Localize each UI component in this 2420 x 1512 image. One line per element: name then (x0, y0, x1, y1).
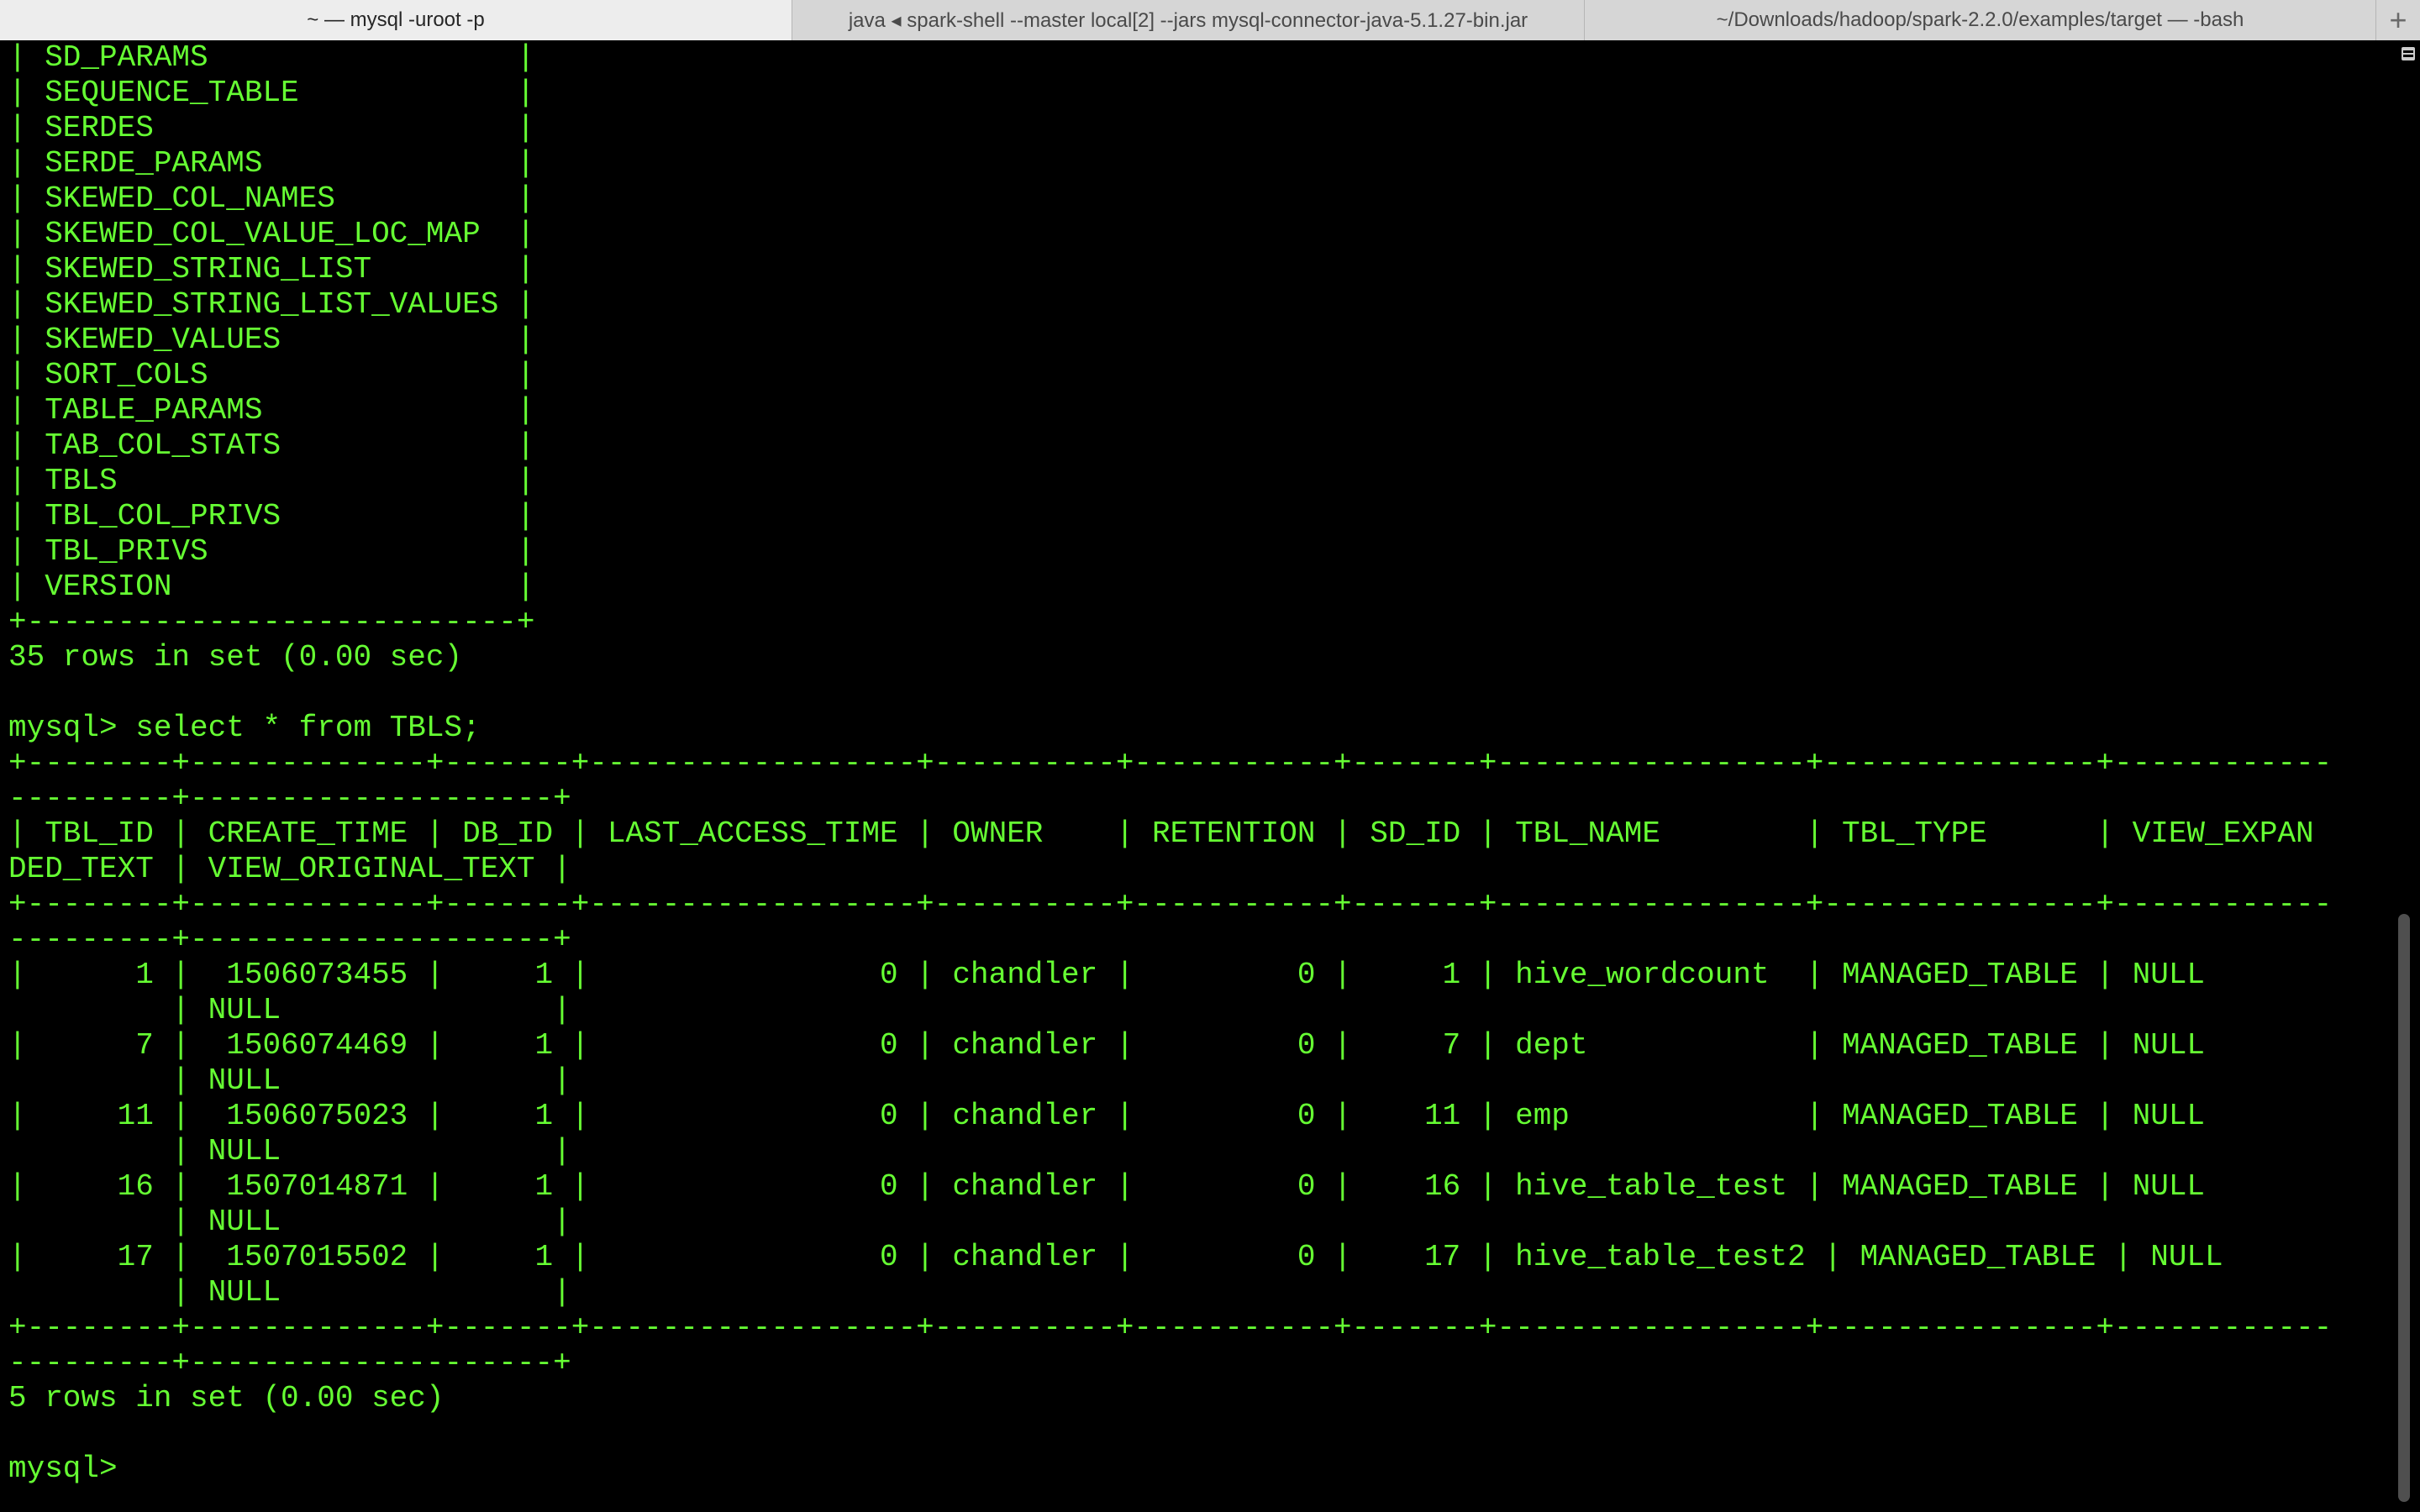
terminal-line: +--------+-------------+-------+--------… (8, 887, 2333, 921)
terminal-line: | 16 | 1507014871 | 1 | 0 | chandler | 0… (8, 1169, 2206, 1204)
terminal-line: | TBL_ID | CREATE_TIME | DB_ID | LAST_AC… (8, 816, 2314, 851)
terminal-line: ---------+--------------------+ (8, 781, 571, 816)
terminal-line: +--------+-------------+-------+--------… (8, 746, 2333, 780)
terminal-line: | TBL_COL_PRIVS | (8, 499, 535, 533)
terminal-line: | TABLE_PARAMS | (8, 393, 535, 428)
terminal-line: | NULL | (8, 1275, 571, 1310)
terminal-line: | SERDE_PARAMS | (8, 146, 535, 181)
terminal-line: +--------+-------------+-------+--------… (8, 1310, 2333, 1345)
terminal-text: | SD_PARAMS | | SEQUENCE_TABLE | | SERDES … (8, 40, 2332, 1487)
terminal-line: 5 rows in set (0.00 sec) (8, 1381, 445, 1415)
terminal-line: | SORT_COLS | (8, 358, 535, 392)
terminal-line: | NULL | (8, 1134, 571, 1168)
terminal-line: | SKEWED_COL_NAMES | (8, 181, 535, 216)
terminal-line: ---------+--------------------+ (8, 1346, 571, 1380)
terminal-line: | SKEWED_STRING_LIST_VALUES | (8, 287, 535, 322)
terminal-line: | SEQUENCE_TABLE | (8, 76, 535, 110)
terminal-line: | SERDES | (8, 111, 535, 145)
terminal-line: | VERSION | (8, 570, 535, 604)
terminal-line: | 7 | 1506074469 | 1 | 0 | chandler | 0 … (8, 1028, 2206, 1063)
terminal-line: +---------------------------+ (8, 605, 535, 639)
terminal-line: | TBLS | (8, 464, 535, 498)
terminal-line: | NULL | (8, 1205, 571, 1239)
scrollbar-thumb[interactable] (2398, 914, 2410, 1502)
terminal-line: | 17 | 1507015502 | 1 | 0 | chandler | 0… (8, 1240, 2223, 1274)
terminal-line: | SKEWED_STRING_LIST | (8, 252, 535, 286)
terminal-line: | TBL_PRIVS | (8, 534, 535, 569)
tab-bash[interactable]: ~/Downloads/hadoop/spark-2.2.0/examples/… (1585, 0, 2376, 40)
terminal-line: mysql> (8, 1452, 136, 1486)
terminal-line: | NULL | (8, 993, 571, 1027)
terminal-line: | 1 | 1506073455 | 1 | 0 | chandler | 0 … (8, 958, 2206, 992)
terminal-line: | SKEWED_VALUES | (8, 323, 535, 357)
terminal-line: mysql> select * from TBLS; (8, 711, 481, 745)
terminal-line: | SD_PARAMS | (8, 40, 535, 75)
new-tab-button[interactable]: + (2376, 0, 2420, 40)
tab-spark-shell[interactable]: java ◂ spark-shell --master local[2] --j… (792, 0, 1585, 40)
terminal-line: | 11 | 1506075023 | 1 | 0 | chandler | 0… (8, 1099, 2206, 1133)
terminal-output[interactable]: | SD_PARAMS | | SEQUENCE_TABLE | | SERDES … (0, 40, 2386, 1512)
tab-mysql[interactable]: ~ — mysql -uroot -p (0, 0, 792, 40)
terminal-line: | SKEWED_COL_VALUE_LOC_MAP | (8, 217, 535, 251)
terminal-line: | NULL | (8, 1063, 571, 1098)
scrollbar[interactable] (2386, 40, 2420, 1512)
hamburger-menu-icon[interactable] (2402, 47, 2415, 60)
terminal-line: | TAB_COL_STATS | (8, 428, 535, 463)
tab-bar: ~ — mysql -uroot -p java ◂ spark-shell -… (0, 0, 2420, 40)
terminal-line: ---------+--------------------+ (8, 922, 571, 957)
terminal-line: DED_TEXT | VIEW_ORIGINAL_TEXT | (8, 852, 571, 886)
terminal-line: 35 rows in set (0.00 sec) (8, 640, 463, 675)
